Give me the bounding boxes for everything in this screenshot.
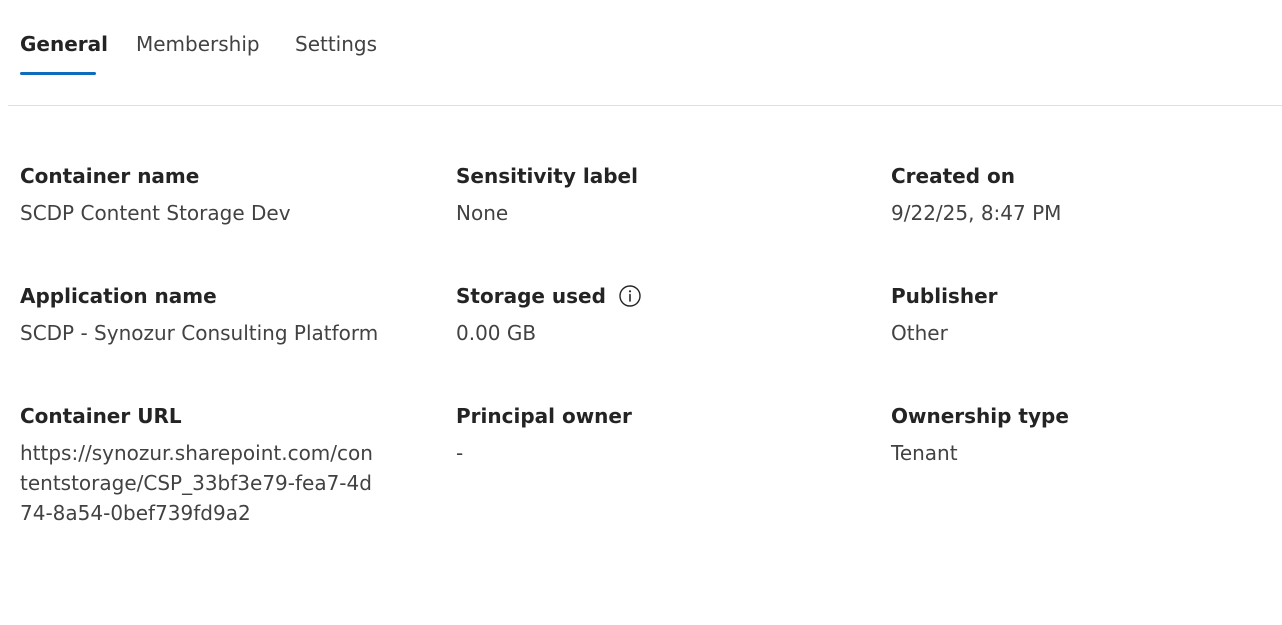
container-name-label: Container name: [20, 164, 200, 188]
container-url-field: Container URL https://synozur.sharepoint…: [20, 402, 380, 528]
application-name-label: Application name: [20, 284, 217, 308]
storage-used-field: Storage used 0.00 GB: [456, 282, 816, 348]
container-url-label: Container URL: [20, 404, 182, 428]
publisher-label: Publisher: [891, 284, 998, 308]
tab-membership[interactable]: Membership: [136, 30, 260, 76]
ownership-type-field: Ownership type Tenant: [891, 402, 1251, 468]
tab-general[interactable]: General: [20, 30, 108, 76]
sensitivity-label-value: None: [456, 201, 509, 225]
ownership-type-label: Ownership type: [891, 404, 1069, 428]
created-on-field: Created on 9/22/25, 8:47 PM: [891, 162, 1251, 228]
sensitivity-label-field: Sensitivity label None: [456, 162, 816, 228]
active-tab-indicator: [20, 72, 96, 75]
tab-membership-label: Membership: [136, 32, 260, 56]
created-on-value: 9/22/25, 8:47 PM: [891, 201, 1062, 225]
storage-used-label: Storage used: [456, 284, 606, 308]
ownership-type-value: Tenant: [891, 441, 958, 465]
application-name-value: SCDP - Synozur Consulting Platform: [20, 321, 379, 345]
container-url-value: https://synozur.sharepoint.com/contentst…: [20, 441, 373, 525]
created-on-label: Created on: [891, 164, 1015, 188]
storage-used-value: 0.00 GB: [456, 321, 537, 345]
tab-settings[interactable]: Settings: [295, 30, 377, 76]
container-details-page: General Membership Settings Container na…: [0, 0, 1282, 625]
tab-list: General Membership Settings: [0, 0, 1282, 106]
tab-general-label: General: [20, 32, 108, 56]
storage-used-label-row: Storage used: [456, 282, 816, 310]
container-name-field: Container name SCDP Content Storage Dev: [20, 162, 380, 228]
application-name-field: Application name SCDP - Synozur Consulti…: [20, 282, 380, 348]
info-icon[interactable]: [618, 284, 642, 308]
principal-owner-field: Principal owner -: [456, 402, 816, 468]
principal-owner-label: Principal owner: [456, 404, 632, 428]
principal-owner-value: -: [456, 441, 464, 465]
sensitivity-label-label: Sensitivity label: [456, 164, 638, 188]
publisher-field: Publisher Other: [891, 282, 1251, 348]
tab-divider: [8, 105, 1282, 106]
publisher-value: Other: [891, 321, 948, 345]
container-name-value: SCDP Content Storage Dev: [20, 201, 291, 225]
tab-settings-label: Settings: [295, 32, 378, 56]
